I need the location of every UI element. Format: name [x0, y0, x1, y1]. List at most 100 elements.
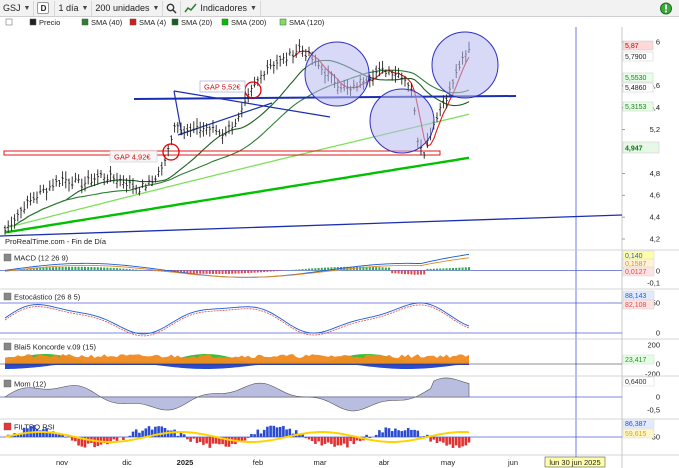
macd-histogram-bar — [215, 270, 218, 274]
highlight-circle[interactable] — [304, 41, 370, 107]
alert-icon[interactable] — [659, 2, 673, 15]
panel-title[interactable]: Mom (12) — [3, 380, 47, 389]
panel-icon — [3, 253, 12, 262]
draw-mode-button[interactable]: D — [34, 0, 56, 16]
symbol-selector[interactable]: GSJ ▼ — [0, 0, 35, 16]
macd-histogram-bar — [260, 270, 262, 273]
gap-label-2[interactable]: GAP 4,92€ — [109, 150, 158, 163]
rsi-bar — [240, 437, 244, 442]
macd-histogram-bar — [68, 266, 70, 271]
panel-icon — [3, 342, 12, 351]
rsi-bar — [93, 437, 96, 448]
macd-histogram-bar — [388, 267, 390, 271]
rsi-bar — [432, 437, 436, 440]
gap-label-text: GAP 4,92€ — [114, 153, 151, 162]
legend-swatch — [81, 18, 89, 26]
macd-histogram-bar — [151, 270, 154, 271]
macd-histogram-bar — [109, 267, 112, 271]
panel-tick-label: -0,1 — [647, 279, 660, 288]
macd-histogram-bar — [384, 267, 387, 271]
time-axis-label: may — [441, 458, 455, 467]
macd-histogram-bar — [77, 266, 80, 271]
macd-histogram-bar — [132, 269, 134, 271]
price-tick-label: 4,4 — [650, 213, 660, 222]
panel-value-badge: 86,387 — [622, 418, 655, 429]
macd-histogram-bar — [71, 266, 74, 271]
macd-histogram-bar — [279, 270, 282, 271]
rsi-bar — [400, 431, 404, 437]
rsi-bar — [246, 437, 250, 438]
macd-histogram-bar — [426, 268, 429, 271]
macd-histogram-bar — [320, 267, 323, 271]
highlight-circle[interactable] — [431, 31, 499, 99]
rsi-bar — [35, 429, 39, 437]
macd-histogram-bar — [391, 270, 394, 274]
rsi-bar — [192, 437, 196, 439]
price-badge: 5,5530 — [622, 72, 654, 83]
rsi-bar — [259, 433, 263, 437]
macd-histogram-bar — [218, 270, 221, 274]
panel-title[interactable]: MACD (12 26 9) — [3, 253, 69, 263]
indicators-button[interactable]: Indicadores ▼ — [181, 0, 261, 16]
panel-tick-label: 0 — [656, 329, 660, 338]
macd-histogram-bar — [244, 270, 246, 274]
rsi-bar — [208, 437, 212, 448]
macd-histogram-bar — [122, 268, 125, 271]
legend-swatch — [279, 18, 287, 26]
legend-label: SMA (4) — [139, 18, 167, 27]
price-badge: 4,947 — [622, 141, 660, 154]
macd-histogram-bar — [189, 270, 192, 274]
macd-histogram-bar — [125, 268, 128, 271]
chart-window: GSJ ▼ D 1 día ▼ 200 unidades ▼ Indicador… — [0, 0, 679, 468]
rsi-bar — [282, 425, 285, 437]
macd-histogram-bar — [304, 268, 307, 271]
rsi-bar — [186, 437, 189, 440]
macd-histogram-bar — [128, 269, 131, 271]
macd-histogram-bar — [301, 269, 304, 271]
rsi-bar — [330, 437, 333, 444]
rsi-bar — [381, 432, 384, 437]
indicators-icon — [184, 3, 197, 12]
rsi-bar — [323, 437, 327, 444]
legend-swatch — [171, 18, 179, 26]
chart-area[interactable]: Precio SMA (40) SMA (4) SMA (20) SMA (200) SM… — [0, 17, 679, 468]
gap-label-1[interactable]: GAP 5,52€ — [199, 80, 246, 93]
panel-tick-label: 200 — [647, 341, 660, 350]
panel-value-badge: 23,417 — [622, 354, 655, 365]
macd-histogram-bar — [84, 266, 86, 271]
rsi-bar — [195, 437, 199, 443]
timeframe-selector[interactable]: 1 día ▼ — [55, 0, 93, 16]
rsi-bar — [387, 428, 391, 437]
indicators-label: Indicadores — [200, 3, 247, 13]
search-button[interactable] — [163, 0, 182, 16]
macd-histogram-bar — [266, 270, 269, 272]
chevron-down-icon: ▼ — [152, 4, 160, 12]
macd-histogram-bar — [196, 270, 198, 274]
rsi-bar — [339, 437, 343, 446]
macd-histogram-bar — [461, 267, 464, 271]
panel-tick-label: 0 — [656, 393, 660, 402]
macd-histogram-bar — [119, 268, 122, 271]
panel-title-text: MACD (12 26 9) — [14, 254, 69, 263]
time-cursor-label[interactable]: lun 30 jun 2025 — [544, 456, 606, 468]
rsi-bar — [128, 435, 132, 437]
rsi-bar — [435, 437, 439, 443]
highlight-circle[interactable] — [369, 88, 435, 154]
units-selector[interactable]: 200 unidades ▼ — [92, 0, 164, 16]
macd-histogram-bar — [292, 269, 294, 271]
panel-title[interactable]: Blai5 Koncorde v.09 (15) — [3, 342, 96, 352]
timeframe-label: 1 día — [58, 3, 79, 13]
rsi-bar — [403, 430, 407, 437]
panel-title[interactable]: Estocástico (26 8 5) — [3, 293, 81, 302]
rsi-bar — [189, 437, 192, 442]
rsi-bar — [134, 429, 138, 437]
macd-histogram-bar — [397, 270, 400, 274]
rsi-bar — [262, 429, 266, 437]
macd-histogram-bar — [192, 270, 195, 274]
panel-value-badge: 59,615 — [622, 428, 655, 439]
rsi-bar — [250, 434, 253, 437]
macd-histogram-bar — [205, 270, 208, 274]
macd-histogram-bar — [80, 266, 83, 271]
macd-histogram-bar — [378, 267, 381, 271]
settings-icon[interactable] — [5, 18, 13, 26]
